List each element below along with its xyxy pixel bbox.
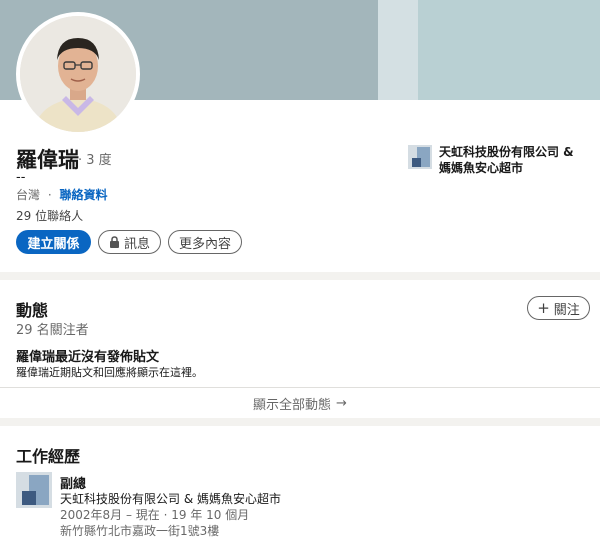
location-text: 台灣 bbox=[16, 188, 41, 202]
experience-company-logo-icon[interactable] bbox=[16, 472, 52, 508]
experience-title: 工作經歷 bbox=[16, 447, 81, 466]
avatar[interactable] bbox=[16, 12, 140, 136]
profile-location: 台灣 · 聯絡資料 bbox=[16, 186, 108, 203]
profile-card: 羅偉瑞 · 3 度 -- 台灣 · 聯絡資料 29 位聯絡人 建立關係 訊息 更… bbox=[0, 0, 600, 272]
profile-headline: -- bbox=[16, 170, 26, 185]
activity-card: 動態 29 名關注者 + 關注 羅偉瑞最近沒有發佈貼文 羅偉瑞近期貼文和回應將顯… bbox=[0, 280, 600, 418]
show-all-activity-link[interactable]: 顯示全部動態 → bbox=[0, 388, 600, 418]
show-all-label: 顯示全部動態 bbox=[253, 397, 332, 413]
message-button[interactable]: 訊息 bbox=[98, 230, 161, 254]
plus-icon: + bbox=[537, 299, 550, 317]
connections-count: 29 位聯絡人 bbox=[16, 209, 84, 223]
contact-info-link[interactable]: 聯絡資料 bbox=[60, 188, 108, 202]
message-button-label: 訊息 bbox=[123, 236, 150, 252]
location-separator: · bbox=[47, 188, 52, 202]
follow-button-label: 關注 bbox=[553, 302, 580, 318]
follow-button[interactable]: + 關注 bbox=[527, 296, 590, 320]
experience-company[interactable]: 天虹科技股份有限公司 & 媽媽魚安心超市 bbox=[60, 490, 281, 507]
avatar-photo bbox=[20, 16, 136, 132]
current-company[interactable]: 天虹科技股份有限公司 & 媽媽魚安心超市 bbox=[439, 144, 589, 176]
no-posts-description: 羅偉瑞近期貼文和回應將顯示在這裡。 bbox=[16, 366, 203, 379]
connection-degree: · 3 度 bbox=[78, 153, 112, 168]
experience-dates: 2002年8月 – 現在 · 19 年 10 個月 bbox=[60, 508, 250, 522]
connect-button[interactable]: 建立關係 bbox=[16, 230, 91, 254]
lock-icon bbox=[109, 236, 119, 248]
arrow-right-icon: → bbox=[336, 395, 347, 411]
followers-count: 29 名關注者 bbox=[16, 323, 89, 338]
profile-name: 羅偉瑞 bbox=[16, 148, 79, 172]
experience-card: 工作經歷 副總 天虹科技股份有限公司 & 媽媽魚安心超市 2002年8月 – 現… bbox=[0, 426, 600, 543]
activity-title: 動態 bbox=[16, 301, 49, 320]
experience-location: 新竹縣竹北市嘉政一街1號3樓 bbox=[60, 524, 220, 538]
more-button[interactable]: 更多內容 bbox=[168, 230, 242, 254]
no-posts-title: 羅偉瑞最近沒有發佈貼文 bbox=[16, 350, 160, 365]
company-logo-icon[interactable] bbox=[408, 145, 432, 169]
